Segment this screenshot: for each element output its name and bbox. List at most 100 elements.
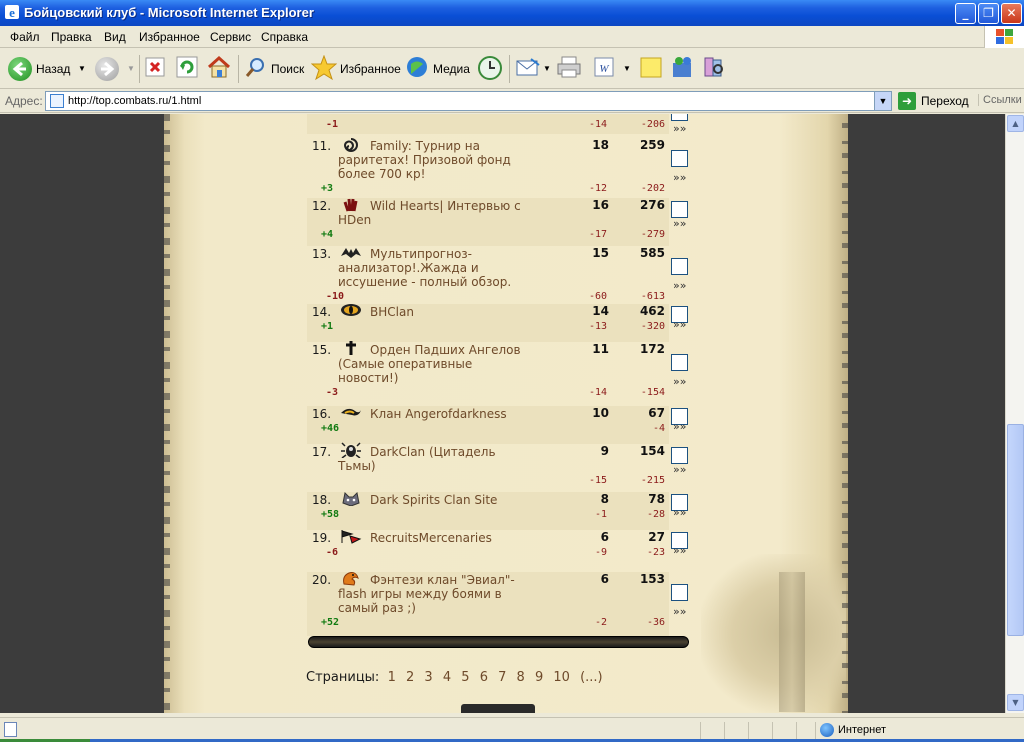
bat-clan-icon — [340, 244, 362, 260]
research-button[interactable] — [702, 55, 726, 83]
clan-name-link[interactable]: Мультипрогноз-анализатор!.Жажда и иссуше… — [338, 247, 523, 289]
scroll-thumb[interactable] — [1007, 424, 1024, 636]
links-button[interactable]: Ссылки — [978, 94, 1022, 106]
page-link[interactable]: 4 — [443, 670, 451, 685]
rank-change: +46 — [321, 423, 340, 434]
more-link[interactable]: »» — [673, 463, 686, 476]
clan-name-link[interactable]: Фэнтези клан "Эвиал"-flash игры между бо… — [338, 573, 523, 615]
more-link[interactable]: »» — [673, 171, 686, 184]
vote-checkbox[interactable] — [671, 354, 688, 371]
clan-name-link[interactable]: RecruitsMercenaries — [338, 531, 523, 545]
table-row: -1 -14 -206 — [326, 119, 665, 130]
favorites-button[interactable]: Избранное — [310, 54, 401, 83]
today-votes: 8 — [600, 492, 609, 506]
page-link[interactable]: 3 — [424, 670, 432, 685]
more-link[interactable]: »» — [673, 279, 686, 292]
home-button[interactable] — [206, 55, 232, 83]
stop-icon — [145, 57, 165, 77]
vote-checkbox[interactable] — [671, 150, 688, 167]
scroll-down-icon[interactable]: ▼ — [1007, 694, 1024, 711]
back-button[interactable]: Назад ▼ — [8, 55, 88, 83]
discuss-button[interactable] — [639, 55, 663, 83]
vertical-scrollbar[interactable]: ▲ ▼ — [1005, 114, 1024, 713]
mail-button[interactable]: ▼ — [515, 55, 551, 83]
address-input[interactable]: http://top.combats.ru/1.html ▼ — [45, 91, 892, 111]
edit-button[interactable]: W ▼ — [592, 55, 632, 83]
menu-tools[interactable]: Сервис — [210, 30, 251, 44]
menu-file[interactable]: Файл — [10, 30, 40, 44]
rank-change: -10 — [326, 291, 345, 302]
menu-edit[interactable]: Правка — [51, 30, 92, 44]
forward-dropdown-icon[interactable]: ▼ — [127, 64, 135, 73]
more-link[interactable]: »» — [673, 217, 686, 230]
mail-icon — [516, 58, 540, 76]
today-votes: 6 — [600, 530, 609, 544]
total-votes: 67 — [648, 406, 665, 420]
vote-checkbox[interactable] — [671, 447, 688, 464]
vote-checkbox[interactable] — [671, 201, 688, 218]
clan-name-link[interactable]: Wild Hearts| Интервью с HDen — [338, 199, 523, 227]
scroll-up-icon[interactable]: ▲ — [1007, 115, 1024, 132]
forward-button[interactable]: ▼ — [95, 55, 135, 83]
more-link[interactable]: »» — [673, 375, 686, 388]
decorative-pillar — [701, 554, 846, 713]
rank-change: -6 — [326, 547, 339, 558]
search-button[interactable]: Поиск — [244, 55, 304, 83]
more-link[interactable]: »» — [673, 318, 686, 331]
more-link[interactable]: »» — [673, 506, 686, 519]
today-votes: 6 — [600, 572, 609, 586]
page-link[interactable]: 7 — [498, 670, 506, 685]
total-change: -279 — [640, 229, 665, 240]
vote-checkbox[interactable] — [671, 584, 688, 601]
clan-name-link[interactable]: Орден Падших Ангелов (Самые оперативные … — [338, 343, 523, 385]
vote-checkbox[interactable] — [671, 258, 688, 275]
clan-name-link[interactable]: Клан Angerofdarkness — [338, 407, 523, 421]
page-link[interactable]: 9 — [535, 670, 543, 685]
star-icon — [310, 54, 338, 81]
mail-dropdown-icon[interactable]: ▼ — [543, 64, 551, 73]
page-viewport: -1 -14 -206 »» Страницы: 1 2 3 4 5 6 7 8… — [0, 114, 1005, 713]
history-icon — [478, 56, 502, 80]
page-link[interactable]: 8 — [517, 670, 525, 685]
vote-button[interactable] — [461, 704, 535, 713]
vote-checkbox[interactable] — [671, 114, 688, 121]
more-link[interactable]: »» — [673, 544, 686, 557]
more-link[interactable]: »» — [673, 122, 686, 135]
clan-name-link[interactable]: DarkClan (Цитадель Тьмы) — [338, 445, 523, 473]
clan-name-link[interactable]: Family: Турнир на раритетах! Призовой фо… — [338, 139, 523, 181]
media-button[interactable]: Медиа — [405, 55, 470, 83]
more-link[interactable]: »» — [673, 420, 686, 433]
word-icon: W — [594, 57, 614, 77]
page-link[interactable]: 2 — [406, 670, 414, 685]
maximize-button[interactable]: ❐ — [978, 3, 999, 24]
page-link[interactable]: 1 — [388, 670, 396, 685]
page-icon — [50, 94, 64, 108]
menu-view[interactable]: Вид — [104, 30, 126, 44]
today-votes: 10 — [592, 406, 609, 420]
close-button[interactable]: ✕ — [1001, 3, 1022, 24]
clan-name-link[interactable]: BHClan — [338, 305, 523, 319]
search-icon — [245, 58, 264, 77]
page-link[interactable]: (...) — [580, 670, 603, 685]
menu-help[interactable]: Справка — [261, 30, 308, 44]
go-button[interactable]: ➜ Переход — [898, 92, 970, 110]
rank-number: 18. — [312, 493, 332, 507]
edit-dropdown-icon[interactable]: ▼ — [623, 64, 631, 73]
svg-text:W: W — [599, 63, 609, 75]
menu-favorites[interactable]: Избранное — [139, 30, 200, 44]
stop-button[interactable] — [145, 55, 165, 83]
more-link[interactable]: »» — [673, 605, 686, 618]
page-link[interactable]: 5 — [461, 670, 469, 685]
address-dropdown-icon[interactable]: ▼ — [874, 92, 891, 110]
history-button[interactable] — [477, 55, 503, 83]
print-button[interactable] — [556, 55, 582, 83]
back-dropdown-icon[interactable]: ▼ — [78, 64, 86, 73]
page-link[interactable]: 6 — [480, 670, 488, 685]
minimize-button[interactable]: _ — [955, 3, 976, 24]
total-change: -23 — [646, 547, 665, 558]
refresh-button[interactable] — [175, 55, 199, 83]
messenger-button[interactable] — [670, 55, 696, 83]
page-link[interactable]: 10 — [553, 670, 570, 685]
total-votes: 172 — [639, 342, 665, 356]
clan-name-link[interactable]: Dark Spirits Clan Site — [338, 493, 523, 507]
